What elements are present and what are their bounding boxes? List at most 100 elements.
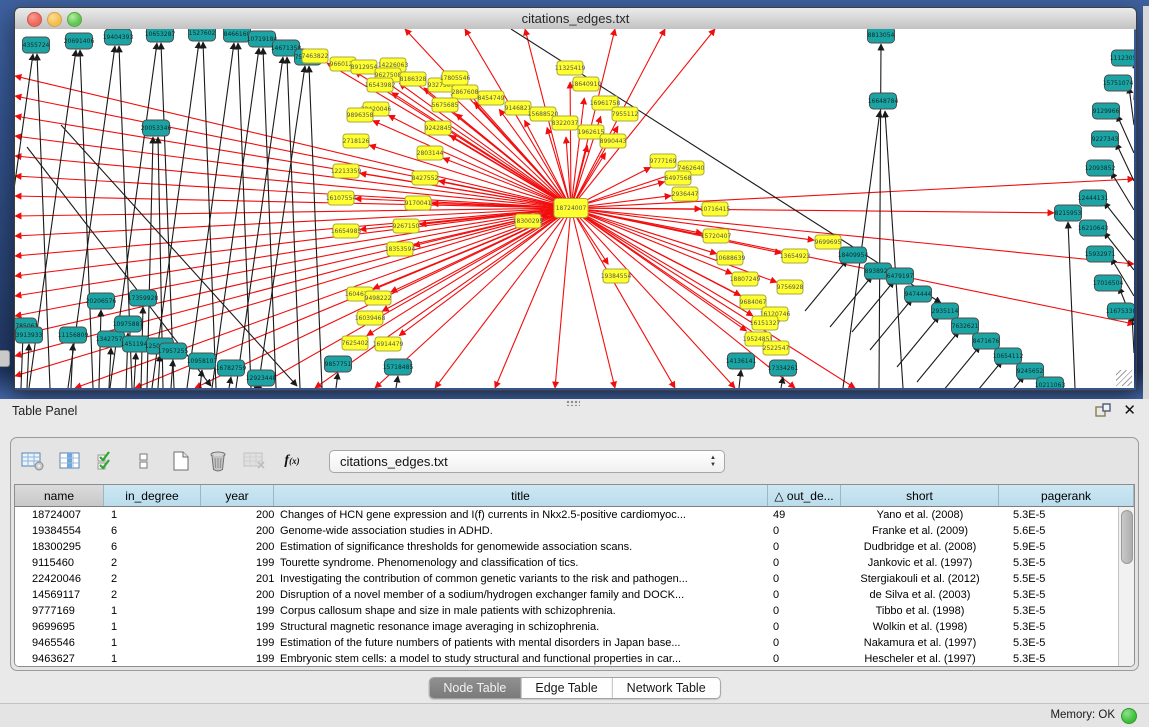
graph-node[interactable]: 7955112	[612, 107, 639, 121]
graph-edge[interactable]	[1116, 143, 1134, 181]
graph-edge[interactable]	[885, 111, 903, 388]
graph-node[interactable]: 15720407	[701, 229, 732, 243]
table-cell[interactable]: 5.3E-5	[999, 619, 1134, 635]
table-mode-icon[interactable]	[21, 450, 45, 472]
graph-edge[interactable]	[15, 208, 571, 376]
graph-node[interactable]: 6497568	[665, 171, 692, 185]
table-cell[interactable]: 1	[104, 635, 201, 651]
table-cell[interactable]: Embryonic stem cells: a model to study s…	[274, 651, 768, 667]
table-cell[interactable]: 0	[768, 571, 841, 587]
table-cell[interactable]: 6	[104, 539, 201, 555]
graph-node[interactable]: 9245652	[1017, 363, 1044, 379]
table-cell[interactable]: 2	[104, 587, 201, 603]
graph-node[interactable]: 9267150	[393, 219, 420, 233]
table-cell[interactable]: 1	[104, 651, 201, 667]
table-cell[interactable]: de Silva et al. (2003)	[841, 587, 999, 603]
table-cell[interactable]: 9463627	[15, 651, 104, 667]
table-cell[interactable]: 5.3E-5	[999, 635, 1134, 651]
table-cell[interactable]: 1	[104, 507, 201, 523]
table-cell[interactable]: 0	[768, 635, 841, 651]
graph-node[interactable]: 16039468	[355, 311, 386, 325]
graph-edge[interactable]	[917, 331, 959, 382]
graph-node[interactable]: 7632621	[952, 318, 979, 334]
graph-node[interactable]: 2718126	[343, 134, 370, 148]
graph-node[interactable]: 17957255	[158, 343, 189, 359]
table-cell[interactable]: Changes of HCN gene expression and I(f) …	[274, 507, 768, 523]
graph-node[interactable]: 11675338	[1106, 303, 1134, 319]
graph-node[interactable]: 15718485	[383, 359, 414, 375]
table-cell[interactable]: 5.3E-5	[999, 651, 1134, 667]
graph-edge[interactable]	[781, 377, 783, 388]
graph-node[interactable]: 2867608	[452, 85, 479, 99]
graph-node[interactable]: 9756928	[777, 280, 804, 294]
graph-edge[interactable]	[739, 370, 741, 388]
table-cell[interactable]: 5.6E-5	[999, 523, 1134, 539]
graph-edge[interactable]	[571, 208, 615, 388]
graph-node[interactable]: 20691406	[64, 33, 95, 49]
table-cell[interactable]: Tourette syndrome. Phenomenology and cla…	[274, 555, 768, 571]
table-cell[interactable]: Franke et al. (2009)	[841, 523, 999, 539]
graph-edge[interactable]	[396, 376, 398, 388]
graph-edge[interactable]	[830, 276, 872, 327]
table-cell[interactable]: 1998	[201, 603, 274, 619]
panel-collapse-handle[interactable]	[0, 350, 10, 367]
graph-edge[interactable]	[571, 98, 584, 208]
graph-node[interactable]: 7625402	[342, 336, 369, 350]
table-cell[interactable]: Jankovic et al. (1997)	[841, 555, 999, 571]
vertical-scrollbar[interactable]	[1118, 507, 1134, 666]
graph-edge[interactable]	[571, 179, 1134, 208]
graph-edge[interactable]	[897, 316, 939, 367]
graph-node[interactable]: 1527602	[189, 29, 216, 41]
graph-node[interactable]: 11156809	[58, 327, 89, 343]
table-cell[interactable]: Corpus callosum shape and size in male p…	[274, 603, 768, 619]
graph-edge[interactable]	[309, 66, 322, 388]
graph-node[interactable]: 16654985	[331, 224, 362, 238]
graph-edge[interactable]	[570, 82, 571, 208]
graph-node[interactable]: 5675685	[432, 98, 459, 112]
graph-node[interactable]: 7463822	[302, 49, 329, 63]
graph-node[interactable]: 16151327	[750, 316, 781, 330]
graph-node[interactable]: 2803144	[417, 146, 444, 160]
graph-edge[interactable]	[229, 377, 231, 388]
table-row[interactable]: 1872400712008Changes of HCN gene express…	[15, 507, 1134, 523]
graph-edge[interactable]	[27, 344, 29, 388]
graph-node[interactable]: 11325419	[555, 61, 586, 75]
graph-node[interactable]: 16543982	[365, 78, 396, 92]
table-row[interactable]: 2242004622012Investigating the contribut…	[15, 571, 1134, 587]
graph-edge[interactable]	[15, 208, 571, 336]
graph-node[interactable]: 16107554	[326, 191, 357, 205]
network-window-titlebar[interactable]: citations_edges.txt	[15, 8, 1136, 30]
table-cell[interactable]: 2	[104, 571, 201, 587]
table-cell[interactable]: 0	[768, 619, 841, 635]
graph-edge[interactable]	[805, 260, 847, 311]
graph-node[interactable]: 8454749	[478, 91, 505, 105]
table-row[interactable]: 1830029562008Estimation of significance …	[15, 539, 1134, 555]
table-cell[interactable]: 0	[768, 587, 841, 603]
graph-node[interactable]: 20053346	[141, 120, 172, 136]
graph-node[interactable]: 9777169	[650, 154, 677, 168]
delete-table-icon[interactable]	[243, 450, 267, 472]
close-panel-icon[interactable]: ✕	[1123, 401, 1136, 419]
graph-node[interactable]: 10958107	[187, 353, 218, 369]
table-row[interactable]: 1938455462009Genome-wide association stu…	[15, 523, 1134, 539]
table-cell[interactable]: 9699695	[15, 619, 104, 635]
graph-node[interactable]: 9896358	[347, 108, 374, 122]
graph-node[interactable]: 19384554	[601, 269, 632, 283]
graph-node[interactable]: 8471676	[973, 333, 1000, 349]
table-cell[interactable]: 2008	[201, 539, 274, 555]
window-resize-grip-icon[interactable]	[1116, 370, 1132, 386]
network-window[interactable]: citations_edges.txt 43557242069140619404…	[14, 7, 1137, 391]
graph-node[interactable]: 9498222	[365, 291, 392, 305]
graph-node[interactable]: 18640910	[571, 77, 602, 91]
graph-edge[interactable]	[399, 208, 571, 336]
graph-node[interactable]: 8912954	[351, 60, 378, 74]
graph-node[interactable]: 10716415	[700, 202, 731, 216]
table-cell[interactable]: 5.9E-5	[999, 539, 1134, 555]
scrollbar-thumb[interactable]	[1121, 510, 1133, 564]
network-canvas[interactable]: 4355724206914061940439310653287152760284…	[15, 29, 1134, 388]
graph-edge[interactable]	[960, 361, 1002, 388]
table-cell[interactable]: 22420046	[15, 571, 104, 587]
graph-edge[interactable]	[187, 43, 234, 388]
table-cell[interactable]: 2003	[201, 587, 274, 603]
graph-edge[interactable]	[336, 373, 338, 388]
